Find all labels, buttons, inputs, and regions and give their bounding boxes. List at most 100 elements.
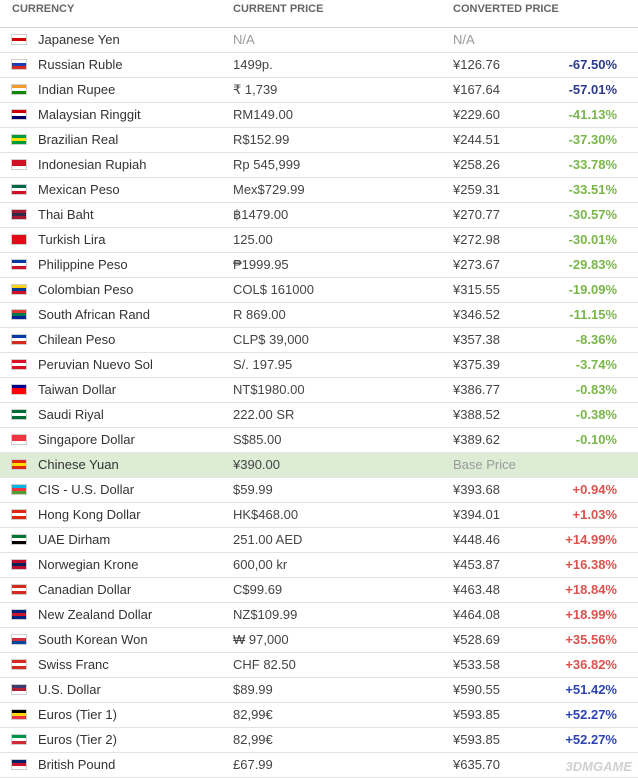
flag-icon xyxy=(11,559,27,570)
table-row: British Pound £67.99 ¥635.70 xyxy=(0,753,638,778)
converted-price: ¥593.85 xyxy=(453,732,500,747)
price-difference: -3.74% xyxy=(575,357,617,372)
current-price: ฿1479.00 xyxy=(233,207,289,222)
current-price: Mex$729.99 xyxy=(233,182,305,197)
table-row: Chilean Peso CLP$ 39,000 ¥357.38 -8.36% xyxy=(0,328,638,353)
converted-price: ¥635.70 xyxy=(453,757,500,772)
current-price: $59.99 xyxy=(233,482,273,497)
converted-price: ¥590.55 xyxy=(453,682,500,697)
price-difference: +14.99% xyxy=(565,532,617,547)
converted-price: ¥533.58 xyxy=(453,657,500,672)
table-row: UAE Dirham 251.00 AED ¥448.46 +14.99% xyxy=(0,528,638,553)
current-price: S$85.00 xyxy=(233,432,282,447)
currency-name: British Pound xyxy=(38,757,116,772)
price-difference: +52.27% xyxy=(565,732,617,747)
price-difference: -0.83% xyxy=(575,382,617,397)
price-difference: +52.27% xyxy=(565,707,617,722)
currency-name: U.S. Dollar xyxy=(38,682,101,697)
converted-price: Base Price xyxy=(453,457,516,472)
converted-price: ¥126.76 xyxy=(453,57,500,72)
table-row: Mexican Peso Mex$729.99 ¥259.31 -33.51% xyxy=(0,178,638,203)
flag-icon xyxy=(11,159,27,170)
header-currency: CURRENCY xyxy=(12,3,75,15)
flag-icon xyxy=(11,509,27,520)
table-row: Singapore Dollar S$85.00 ¥389.62 -0.10% xyxy=(0,428,638,453)
converted-price: ¥394.01 xyxy=(453,507,500,522)
current-price: CHF 82.50 xyxy=(233,657,296,672)
currency-name: Singapore Dollar xyxy=(38,432,135,447)
flag-icon xyxy=(11,759,27,770)
current-price: £67.99 xyxy=(233,757,273,772)
price-difference: -0.38% xyxy=(575,407,617,422)
flag-icon xyxy=(11,684,27,695)
price-difference: -37.30% xyxy=(568,132,617,147)
current-price: HK$468.00 xyxy=(233,507,299,522)
table-row: Russian Ruble 1499p. ¥126.76 -67.50% xyxy=(0,53,638,78)
currency-name: Taiwan Dollar xyxy=(38,382,117,397)
currency-name: Norwegian Krone xyxy=(38,557,139,572)
table-row: CIS - U.S. Dollar $59.99 ¥393.68 +0.94% xyxy=(0,478,638,503)
price-difference: -11.15% xyxy=(569,307,617,322)
currency-name: Swiss Franc xyxy=(38,657,109,672)
flag-icon xyxy=(11,359,27,370)
flag-icon xyxy=(11,59,27,70)
flag-icon xyxy=(11,409,27,420)
current-price: 1499p. xyxy=(233,57,273,72)
table-row: Swiss Franc CHF 82.50 ¥533.58 +36.82% xyxy=(0,653,638,678)
table-row: Norwegian Krone 600,00 kr ¥453.87 +16.38% xyxy=(0,553,638,578)
table-row: Hong Kong Dollar HK$468.00 ¥394.01 +1.03% xyxy=(0,503,638,528)
currency-name: Peruvian Nuevo Sol xyxy=(38,357,153,372)
header-current-price: CURRENT PRICE xyxy=(233,3,324,15)
price-difference: -33.78% xyxy=(568,157,617,172)
currency-name: Saudi Riyal xyxy=(38,407,104,422)
table-row: Turkish Lira 125.00 ¥272.98 -30.01% xyxy=(0,228,638,253)
converted-price: ¥389.62 xyxy=(453,432,500,447)
converted-price: ¥453.87 xyxy=(453,557,500,572)
currency-name: Indian Rupee xyxy=(38,82,116,97)
flag-icon xyxy=(11,209,27,220)
table-row: Thai Baht ฿1479.00 ¥270.77 -30.57% xyxy=(0,203,638,228)
currency-name: Colombian Peso xyxy=(38,282,134,297)
converted-price: N/A xyxy=(453,32,475,47)
converted-price: ¥270.77 xyxy=(453,207,500,222)
current-price: NZ$109.99 xyxy=(233,607,298,622)
flag-icon xyxy=(11,709,27,720)
flag-icon xyxy=(11,309,27,320)
price-difference: +51.42% xyxy=(565,682,617,697)
currency-name: Chinese Yuan xyxy=(38,457,119,472)
currency-name: Japanese Yen xyxy=(38,32,120,47)
table-row: Indian Rupee ₹ 1,739 ¥167.64 -57.01% xyxy=(0,78,638,103)
converted-price: ¥167.64 xyxy=(453,82,500,97)
current-price: S/. 197.95 xyxy=(233,357,293,372)
price-difference: +1.03% xyxy=(572,507,617,522)
converted-price: ¥388.52 xyxy=(453,407,500,422)
currency-name: Turkish Lira xyxy=(38,232,106,247)
current-price: N/A xyxy=(233,32,255,47)
currency-name: Indonesian Rupiah xyxy=(38,157,147,172)
flag-icon xyxy=(11,659,27,670)
currency-name: South African Rand xyxy=(38,307,151,322)
converted-price: ¥463.48 xyxy=(453,582,500,597)
currency-name: Canadian Dollar xyxy=(38,582,132,597)
converted-price: ¥528.69 xyxy=(453,632,500,647)
table-row: Brazilian Real R$152.99 ¥244.51 -37.30% xyxy=(0,128,638,153)
current-price: 600,00 kr xyxy=(233,557,288,572)
converted-price: ¥315.55 xyxy=(453,282,500,297)
current-price: R 869.00 xyxy=(233,307,286,322)
price-difference: -8.36% xyxy=(575,332,617,347)
table-row: Philippine Peso ₱1999.95 ¥273.67 -29.83% xyxy=(0,253,638,278)
currency-name: UAE Dirham xyxy=(38,532,111,547)
current-price: ¥390.00 xyxy=(233,457,280,472)
current-price: 222.00 SR xyxy=(233,407,295,422)
converted-price: ¥229.60 xyxy=(453,107,500,122)
converted-price: ¥357.38 xyxy=(453,332,500,347)
table-row: Japanese Yen N/A N/A xyxy=(0,28,638,53)
converted-price: ¥259.31 xyxy=(453,182,500,197)
table-row: Canadian Dollar C$99.69 ¥463.48 +18.84% xyxy=(0,578,638,603)
price-difference: -41.13% xyxy=(568,107,617,122)
price-difference: -0.10% xyxy=(575,432,617,447)
watermark-logo: 3DMGAME xyxy=(565,759,632,774)
flag-icon xyxy=(11,284,27,295)
flag-icon xyxy=(11,484,27,495)
currency-name: Brazilian Real xyxy=(38,132,119,147)
